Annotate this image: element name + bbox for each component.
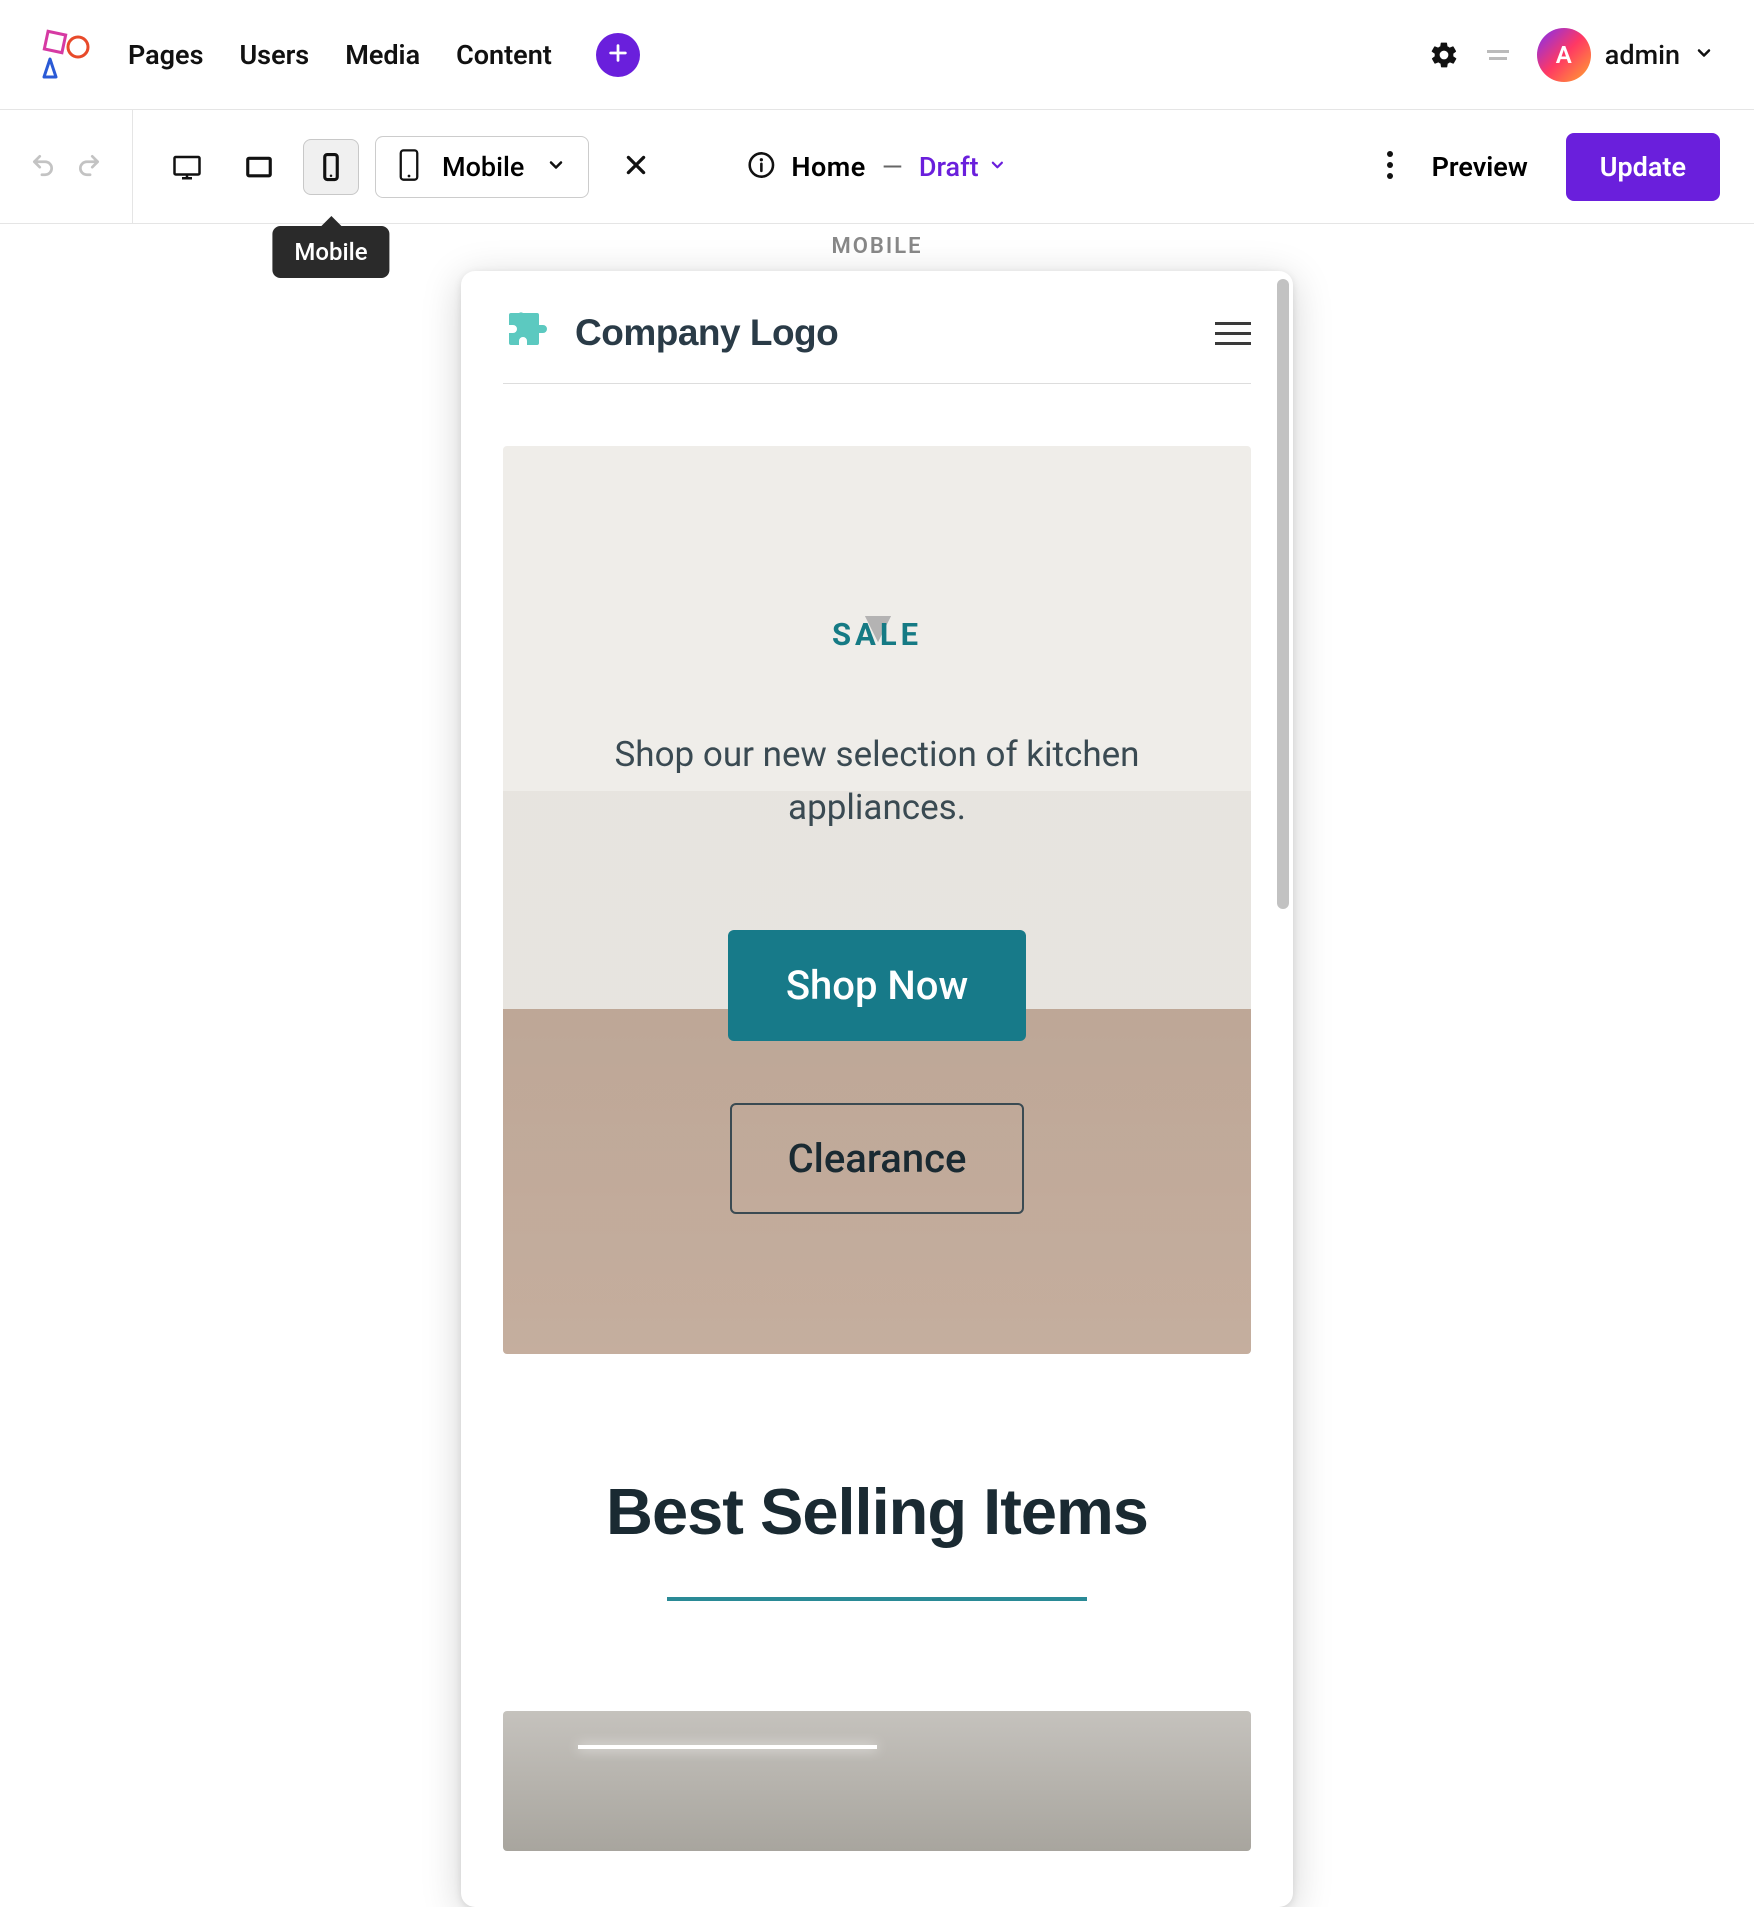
undo-button[interactable] <box>30 152 56 182</box>
device-mobile-button[interactable]: Mobile <box>303 139 359 195</box>
device-desktop-button[interactable] <box>159 139 215 195</box>
nav-media[interactable]: Media <box>345 39 420 71</box>
best-selling-heading: Best Selling Items <box>461 1474 1293 1549</box>
topbar-left-group: Pages Users Media Content <box>40 29 640 81</box>
more-options-button[interactable] <box>1386 150 1394 184</box>
chevron-down-icon <box>989 156 1007 178</box>
close-device-button[interactable] <box>623 152 649 182</box>
device-select-label: Mobile <box>442 151 524 183</box>
header-divider <box>503 383 1251 384</box>
toolbar-page-info: Home — Draft <box>747 151 1006 183</box>
site-logo[interactable]: Company Logo <box>503 307 838 359</box>
info-icon[interactable] <box>747 151 775 183</box>
device-select-phone-icon <box>398 148 420 186</box>
align-icon[interactable] <box>1487 50 1509 60</box>
canvas-device-label: MOBILE <box>0 234 1754 259</box>
puzzle-icon <box>503 307 551 359</box>
nav-content[interactable]: Content <box>456 39 552 71</box>
hamburger-menu-icon[interactable] <box>1215 322 1251 345</box>
hero-section: SALE Shop our new selection of kitchen a… <box>503 446 1251 1354</box>
nav-pages[interactable]: Pages <box>128 39 203 71</box>
device-tooltip: Mobile <box>272 226 389 278</box>
shop-now-button[interactable]: Shop Now <box>728 930 1026 1041</box>
username-label: admin <box>1605 39 1680 71</box>
hero-description: Shop our new selection of kitchen applia… <box>503 729 1251 834</box>
chevron-down-icon <box>546 155 566 179</box>
device-tablet-button[interactable] <box>231 139 287 195</box>
avatar: A <box>1537 28 1591 82</box>
separator-dash: — <box>882 151 903 183</box>
preview-button[interactable]: Preview <box>1420 151 1540 183</box>
plus-icon <box>607 42 629 68</box>
redo-button[interactable] <box>76 152 102 182</box>
status-dropdown[interactable]: Draft <box>919 151 1007 183</box>
chevron-down-icon <box>1694 43 1714 67</box>
topbar-right-group: A admin <box>1429 28 1714 82</box>
clearance-button[interactable]: Clearance <box>730 1103 1025 1214</box>
site-logo-text: Company Logo <box>575 312 838 354</box>
top-navigation: Pages Users Media Content A admin <box>0 0 1754 110</box>
preview-content[interactable]: Company Logo SALE Shop our ne <box>461 271 1293 1907</box>
settings-icon[interactable] <box>1429 40 1459 70</box>
heading-underline <box>667 1597 1087 1601</box>
hero-eyebrow: SALE <box>832 616 922 653</box>
undo-redo-group <box>0 110 133 223</box>
device-select-dropdown[interactable]: Mobile <box>375 136 589 198</box>
device-controls: Mobile Mobile <box>133 110 675 223</box>
update-button[interactable]: Update <box>1566 133 1720 201</box>
status-label: Draft <box>919 151 979 183</box>
site-header: Company Logo <box>461 271 1293 383</box>
toolbar-actions: Preview Update <box>1386 133 1754 201</box>
nav-users[interactable]: Users <box>239 39 309 71</box>
nav-links: Pages Users Media Content <box>128 39 552 71</box>
mobile-preview-frame: Company Logo SALE Shop our ne <box>461 271 1293 1907</box>
add-button[interactable] <box>596 33 640 77</box>
canvas-area: MOBILE Company Logo <box>0 224 1754 1907</box>
editor-toolbar: Mobile Mobile Home — Draft <box>0 110 1754 224</box>
user-menu-dropdown[interactable]: A admin <box>1537 28 1714 82</box>
app-logo-icon[interactable] <box>40 29 92 81</box>
product-card-image[interactable] <box>503 1711 1251 1851</box>
page-title: Home <box>791 151 865 183</box>
